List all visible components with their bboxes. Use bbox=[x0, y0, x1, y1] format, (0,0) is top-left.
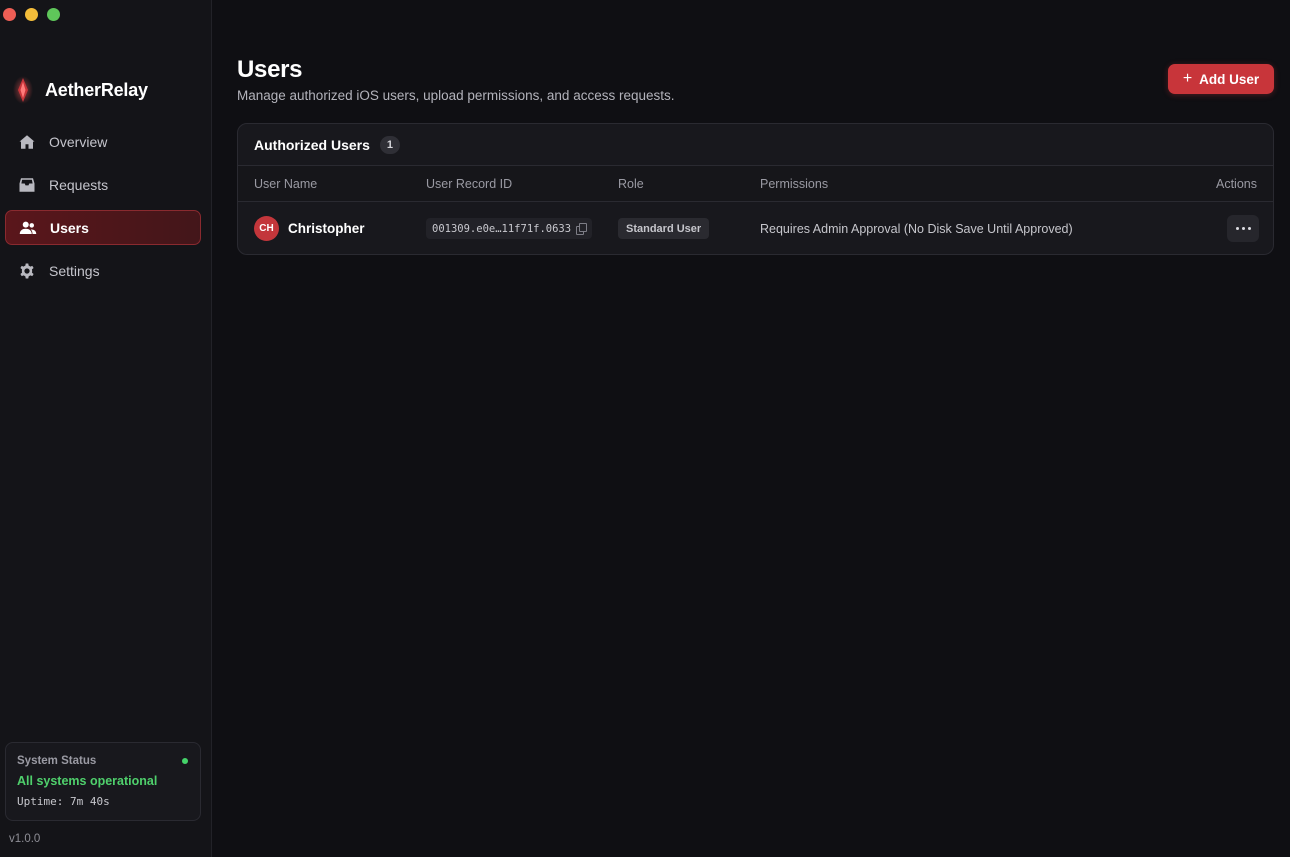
column-header-record-id: User Record ID bbox=[426, 177, 513, 191]
row-actions-button[interactable] bbox=[1227, 215, 1259, 242]
sidebar-item-label: Overview bbox=[49, 133, 108, 150]
sidebar-item-users[interactable]: Users bbox=[5, 210, 201, 245]
page-subtitle: Manage authorized iOS users, upload perm… bbox=[237, 88, 675, 103]
copy-icon[interactable] bbox=[576, 223, 588, 235]
column-header-user-name: User Name bbox=[254, 177, 318, 191]
sidebar-item-label: Requests bbox=[49, 176, 109, 193]
add-user-label: Add User bbox=[1199, 71, 1260, 87]
window-controls bbox=[3, 8, 60, 21]
table-header: User Name User Record ID Role Permission… bbox=[238, 166, 1273, 202]
sidebar-item-label: Users bbox=[50, 219, 89, 236]
plus-icon: + bbox=[1182, 69, 1193, 87]
status-text: All systems operational bbox=[17, 774, 158, 788]
home-icon bbox=[18, 133, 36, 151]
zoom-window-button[interactable] bbox=[47, 8, 60, 21]
avatar: CH bbox=[254, 216, 279, 241]
app-logo-icon bbox=[13, 76, 33, 104]
authorized-users-card: Authorized Users 1 User Name User Record… bbox=[237, 123, 1274, 255]
page-title: Users bbox=[237, 56, 303, 83]
gear-icon bbox=[18, 262, 36, 280]
permissions-text: Requires Admin Approval (No Disk Save Un… bbox=[760, 222, 1073, 236]
sidebar-item-settings[interactable]: Settings bbox=[5, 253, 201, 288]
add-user-button[interactable]: + Add User bbox=[1168, 64, 1274, 94]
main-content: Users Manage authorized iOS users, uploa… bbox=[213, 0, 1290, 857]
close-window-button[interactable] bbox=[3, 8, 16, 21]
uptime-text: Uptime: 7m 40s bbox=[17, 795, 110, 808]
app-window: AetherRelay Overview Requests Users Sett… bbox=[0, 0, 1290, 857]
brand: AetherRelay bbox=[13, 76, 148, 104]
table-row: CH Christopher 001309.e0e…11f71f.0633 St… bbox=[238, 202, 1273, 254]
more-dot-icon bbox=[1247, 227, 1251, 230]
role-badge: Standard User bbox=[618, 218, 710, 239]
minimize-window-button[interactable] bbox=[25, 8, 38, 21]
user-record-id: 001309.e0e…11f71f.0633 bbox=[426, 218, 593, 239]
user-name: Christopher bbox=[288, 221, 365, 236]
column-header-role: Role bbox=[618, 177, 644, 191]
sidebar-item-overview[interactable]: Overview bbox=[5, 124, 201, 159]
app-version: v1.0.0 bbox=[9, 833, 41, 845]
system-status-card: System Status All systems operational Up… bbox=[5, 742, 201, 821]
more-dot-icon bbox=[1235, 227, 1239, 230]
status-indicator-icon bbox=[182, 758, 188, 764]
tray-icon bbox=[18, 176, 36, 194]
column-header-actions: Actions bbox=[1216, 177, 1257, 191]
column-header-permissions: Permissions bbox=[760, 177, 829, 191]
user-count-badge: 1 bbox=[379, 135, 400, 154]
more-dot-icon bbox=[1241, 227, 1245, 230]
status-title: System Status bbox=[17, 755, 97, 767]
sidebar: AetherRelay Overview Requests Users Sett… bbox=[0, 0, 212, 857]
users-icon bbox=[19, 219, 37, 237]
sidebar-item-requests[interactable]: Requests bbox=[5, 167, 201, 202]
card-header: Authorized Users 1 bbox=[238, 124, 1273, 166]
sidebar-item-label: Settings bbox=[49, 262, 100, 279]
record-id-text: 001309.e0e…11f71f.0633 bbox=[432, 222, 572, 235]
sidebar-nav: Overview Requests Users Settings bbox=[5, 124, 201, 296]
card-title: Authorized Users bbox=[254, 136, 370, 153]
app-name: AetherRelay bbox=[45, 79, 148, 100]
